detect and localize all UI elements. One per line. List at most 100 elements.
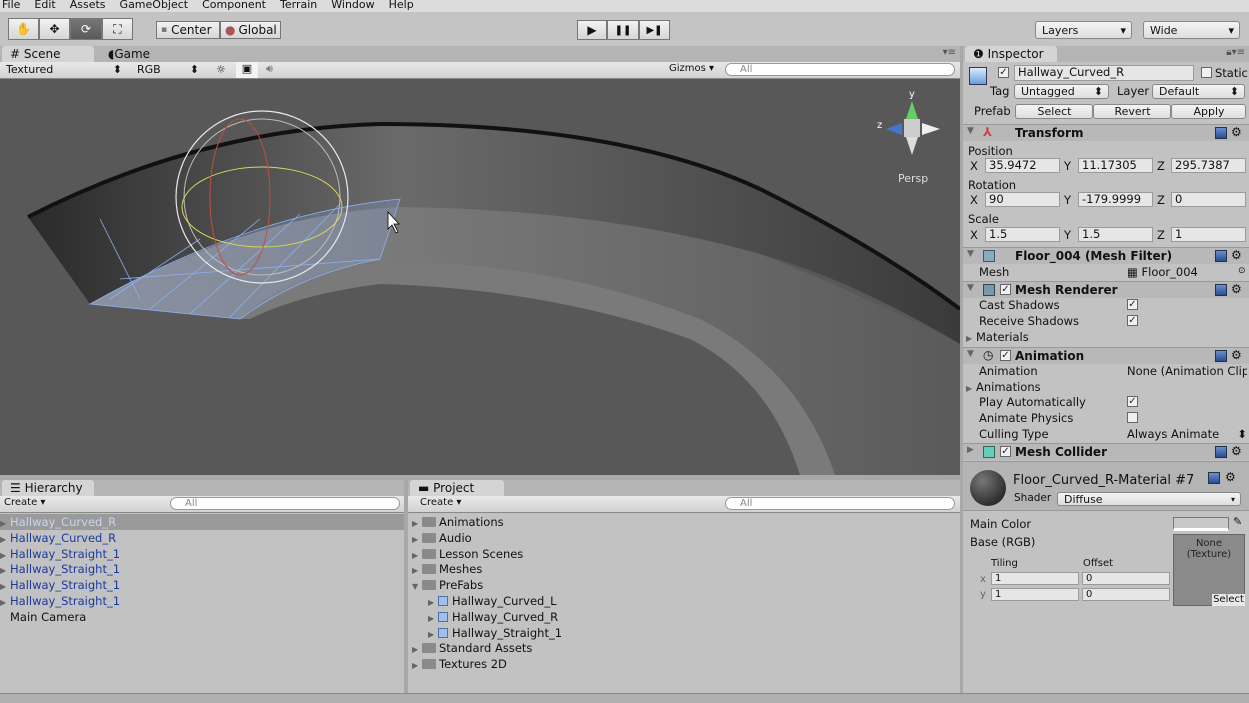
menu-component[interactable]: Component xyxy=(202,0,266,12)
scene-viewport[interactable]: y z Persp xyxy=(0,79,960,475)
foldout-icon[interactable]: ▼ xyxy=(967,349,974,359)
project-prefab[interactable]: ▶ Hallway_Curved_R xyxy=(428,609,558,625)
object-name-input[interactable]: Hallway_Curved_R xyxy=(1014,65,1194,81)
project-folder[interactable]: ▶ Standard Assets xyxy=(412,640,532,656)
texture-select-button[interactable]: Select xyxy=(1212,594,1245,606)
project-folder[interactable]: ▶ Animations xyxy=(412,514,504,530)
prefab-revert-button[interactable]: Revert xyxy=(1093,104,1171,119)
lighting-toggle-icon[interactable]: ☼ xyxy=(216,63,226,76)
static-checkbox[interactable] xyxy=(1201,67,1212,78)
animation-header[interactable]: ▼ ◷ ✓ Animation ⚙ xyxy=(963,347,1249,364)
hierarchy-item[interactable]: Main Camera xyxy=(0,609,86,625)
mesh-filter-header[interactable]: ▼ Floor_004 (Mesh Filter) ⚙ xyxy=(963,247,1249,264)
render-mode-dropdown[interactable]: Textured ⬍ xyxy=(6,63,122,76)
help-book-icon[interactable] xyxy=(1215,350,1227,362)
mesh-collider-header[interactable]: ▶ ✓ Mesh Collider ⚙ xyxy=(963,443,1249,460)
menu-file[interactable]: File xyxy=(2,0,20,12)
project-create-button[interactable]: Create ▾ xyxy=(420,497,461,508)
move-tool-button[interactable]: ✥ xyxy=(39,18,70,40)
prefab-apply-button[interactable]: Apply xyxy=(1171,104,1246,119)
rotation-x-input[interactable]: 90 xyxy=(985,192,1060,207)
persp-label[interactable]: Persp xyxy=(898,172,928,185)
gear-icon[interactable]: ⚙ xyxy=(1231,282,1242,296)
foldout-icon[interactable]: ▼ xyxy=(967,126,974,136)
project-folder[interactable]: ▶ Audio xyxy=(412,530,472,546)
scale-y-input[interactable]: 1.5 xyxy=(1078,227,1153,242)
shader-dropdown[interactable]: Diffuse ▾ xyxy=(1057,492,1241,506)
animate-physics-checkbox[interactable] xyxy=(1127,412,1138,423)
play-button[interactable]: ▶ xyxy=(577,20,607,40)
position-z-input[interactable]: 295.7387 xyxy=(1171,158,1246,173)
materials-foldout[interactable]: ▶ Materials xyxy=(966,330,1029,344)
pivot-center-button[interactable]: ▪ Center xyxy=(156,21,220,39)
mesh-renderer-header[interactable]: ▼ ✓ Mesh Renderer ⚙ xyxy=(963,281,1249,298)
space-global-button[interactable]: ● Global xyxy=(220,21,281,39)
tab-hierarchy[interactable]: ☰ Hierarchy xyxy=(2,480,94,496)
foldout-icon[interactable]: ▼ xyxy=(967,283,974,293)
help-book-icon[interactable] xyxy=(1215,250,1227,262)
rotate-tool-button[interactable]: ⟳ xyxy=(70,18,102,40)
cast-shadows-checkbox[interactable]: ✓ xyxy=(1127,299,1138,310)
audio-toggle-icon[interactable]: 🔊︎ xyxy=(266,62,273,76)
foldout-icon[interactable]: ▶ xyxy=(967,445,974,455)
mesh-field[interactable]: ▦ Floor_004 xyxy=(1127,265,1198,279)
menu-terrain[interactable]: Terrain xyxy=(280,0,317,12)
hand-tool-button[interactable]: ✋ xyxy=(8,18,39,40)
offset-x-input[interactable]: 0 xyxy=(1082,572,1170,585)
layers-dropdown[interactable]: Layers ▾ xyxy=(1035,21,1132,39)
hierarchy-item[interactable]: ▶ Hallway_Straight_1 xyxy=(0,577,120,593)
gear-icon[interactable]: ⚙ xyxy=(1231,248,1242,262)
offset-y-input[interactable]: 0 xyxy=(1082,588,1170,601)
menu-assets[interactable]: Assets xyxy=(70,0,106,12)
lock-icon[interactable]: 🔒︎▾≡ xyxy=(1226,47,1245,58)
object-picker-icon[interactable]: ⊙ xyxy=(1238,266,1246,276)
tab-scene[interactable]: # Scene xyxy=(2,46,94,62)
image-effects-toggle-icon[interactable]: ▣ xyxy=(236,62,258,78)
layout-dropdown[interactable]: Wide ▾ xyxy=(1143,21,1240,39)
animation-enabled-checkbox[interactable]: ✓ xyxy=(1000,350,1011,361)
position-x-input[interactable]: 35.9472 xyxy=(985,158,1060,173)
animation-clip-field[interactable]: None (Animation Clip) xyxy=(1127,364,1247,378)
tiling-x-input[interactable]: 1 xyxy=(991,572,1079,585)
project-folder[interactable]: ▼ PreFabs xyxy=(412,577,483,593)
transform-header[interactable]: ▼ ⅄ Transform ⚙ xyxy=(963,124,1249,141)
tiling-y-input[interactable]: 1 xyxy=(991,588,1079,601)
animations-foldout[interactable]: ▶ Animations xyxy=(966,380,1041,394)
hierarchy-item[interactable]: ▶ Hallway_Straight_1 xyxy=(0,546,120,562)
tab-project[interactable]: ▬ Project xyxy=(410,480,504,496)
project-search-input[interactable]: All xyxy=(725,497,955,510)
gear-icon[interactable]: ⚙ xyxy=(1231,348,1242,362)
active-checkbox[interactable]: ✓ xyxy=(998,67,1009,78)
hierarchy-search-input[interactable]: All xyxy=(170,497,400,510)
project-folder[interactable]: ▶ Lesson Scenes xyxy=(412,546,523,562)
project-prefab[interactable]: ▶ Hallway_Straight_1 xyxy=(428,625,562,641)
scene-search-input[interactable]: All xyxy=(725,63,955,76)
receive-shadows-checkbox[interactable]: ✓ xyxy=(1127,315,1138,326)
layer-dropdown[interactable]: Default ⬍ xyxy=(1152,84,1245,99)
hierarchy-item[interactable]: ▶ Hallway_Curved_R xyxy=(0,530,116,546)
hierarchy-item[interactable]: ▶ Hallway_Straight_1 xyxy=(0,593,120,609)
hierarchy-item[interactable]: ▶ Hallway_Straight_1 xyxy=(0,561,120,577)
menu-gameobject[interactable]: GameObject xyxy=(120,0,189,12)
gear-icon[interactable]: ⚙ xyxy=(1231,444,1242,458)
play-automatically-checkbox[interactable]: ✓ xyxy=(1127,396,1138,407)
project-folder[interactable]: ▶ Meshes xyxy=(412,561,482,577)
color-mode-dropdown[interactable]: RGB ⬍ xyxy=(137,63,199,76)
rotation-y-input[interactable]: -179.9999 xyxy=(1078,192,1153,207)
prefab-select-button[interactable]: Select xyxy=(1015,104,1093,119)
hierarchy-create-button[interactable]: Create ▾ xyxy=(4,497,45,508)
gizmos-dropdown[interactable]: Gizmos ▾ xyxy=(669,63,714,74)
menu-help[interactable]: Help xyxy=(389,0,414,12)
scale-tool-button[interactable]: ⛶ xyxy=(102,18,133,40)
mesh-collider-enabled-checkbox[interactable]: ✓ xyxy=(1000,446,1011,457)
pause-button[interactable]: ❚❚ xyxy=(607,20,639,40)
help-book-icon[interactable] xyxy=(1208,472,1220,484)
rotation-z-input[interactable]: 0 xyxy=(1171,192,1246,207)
gear-icon[interactable]: ⚙ xyxy=(1231,125,1242,139)
project-folder[interactable]: ▶ Textures 2D xyxy=(412,656,507,672)
menu-edit[interactable]: Edit xyxy=(34,0,55,12)
menu-window[interactable]: Window xyxy=(331,0,374,12)
help-book-icon[interactable] xyxy=(1215,284,1227,296)
foldout-icon[interactable]: ▼ xyxy=(967,249,974,259)
panel-menu-icon[interactable]: ▾≡ xyxy=(943,47,956,58)
